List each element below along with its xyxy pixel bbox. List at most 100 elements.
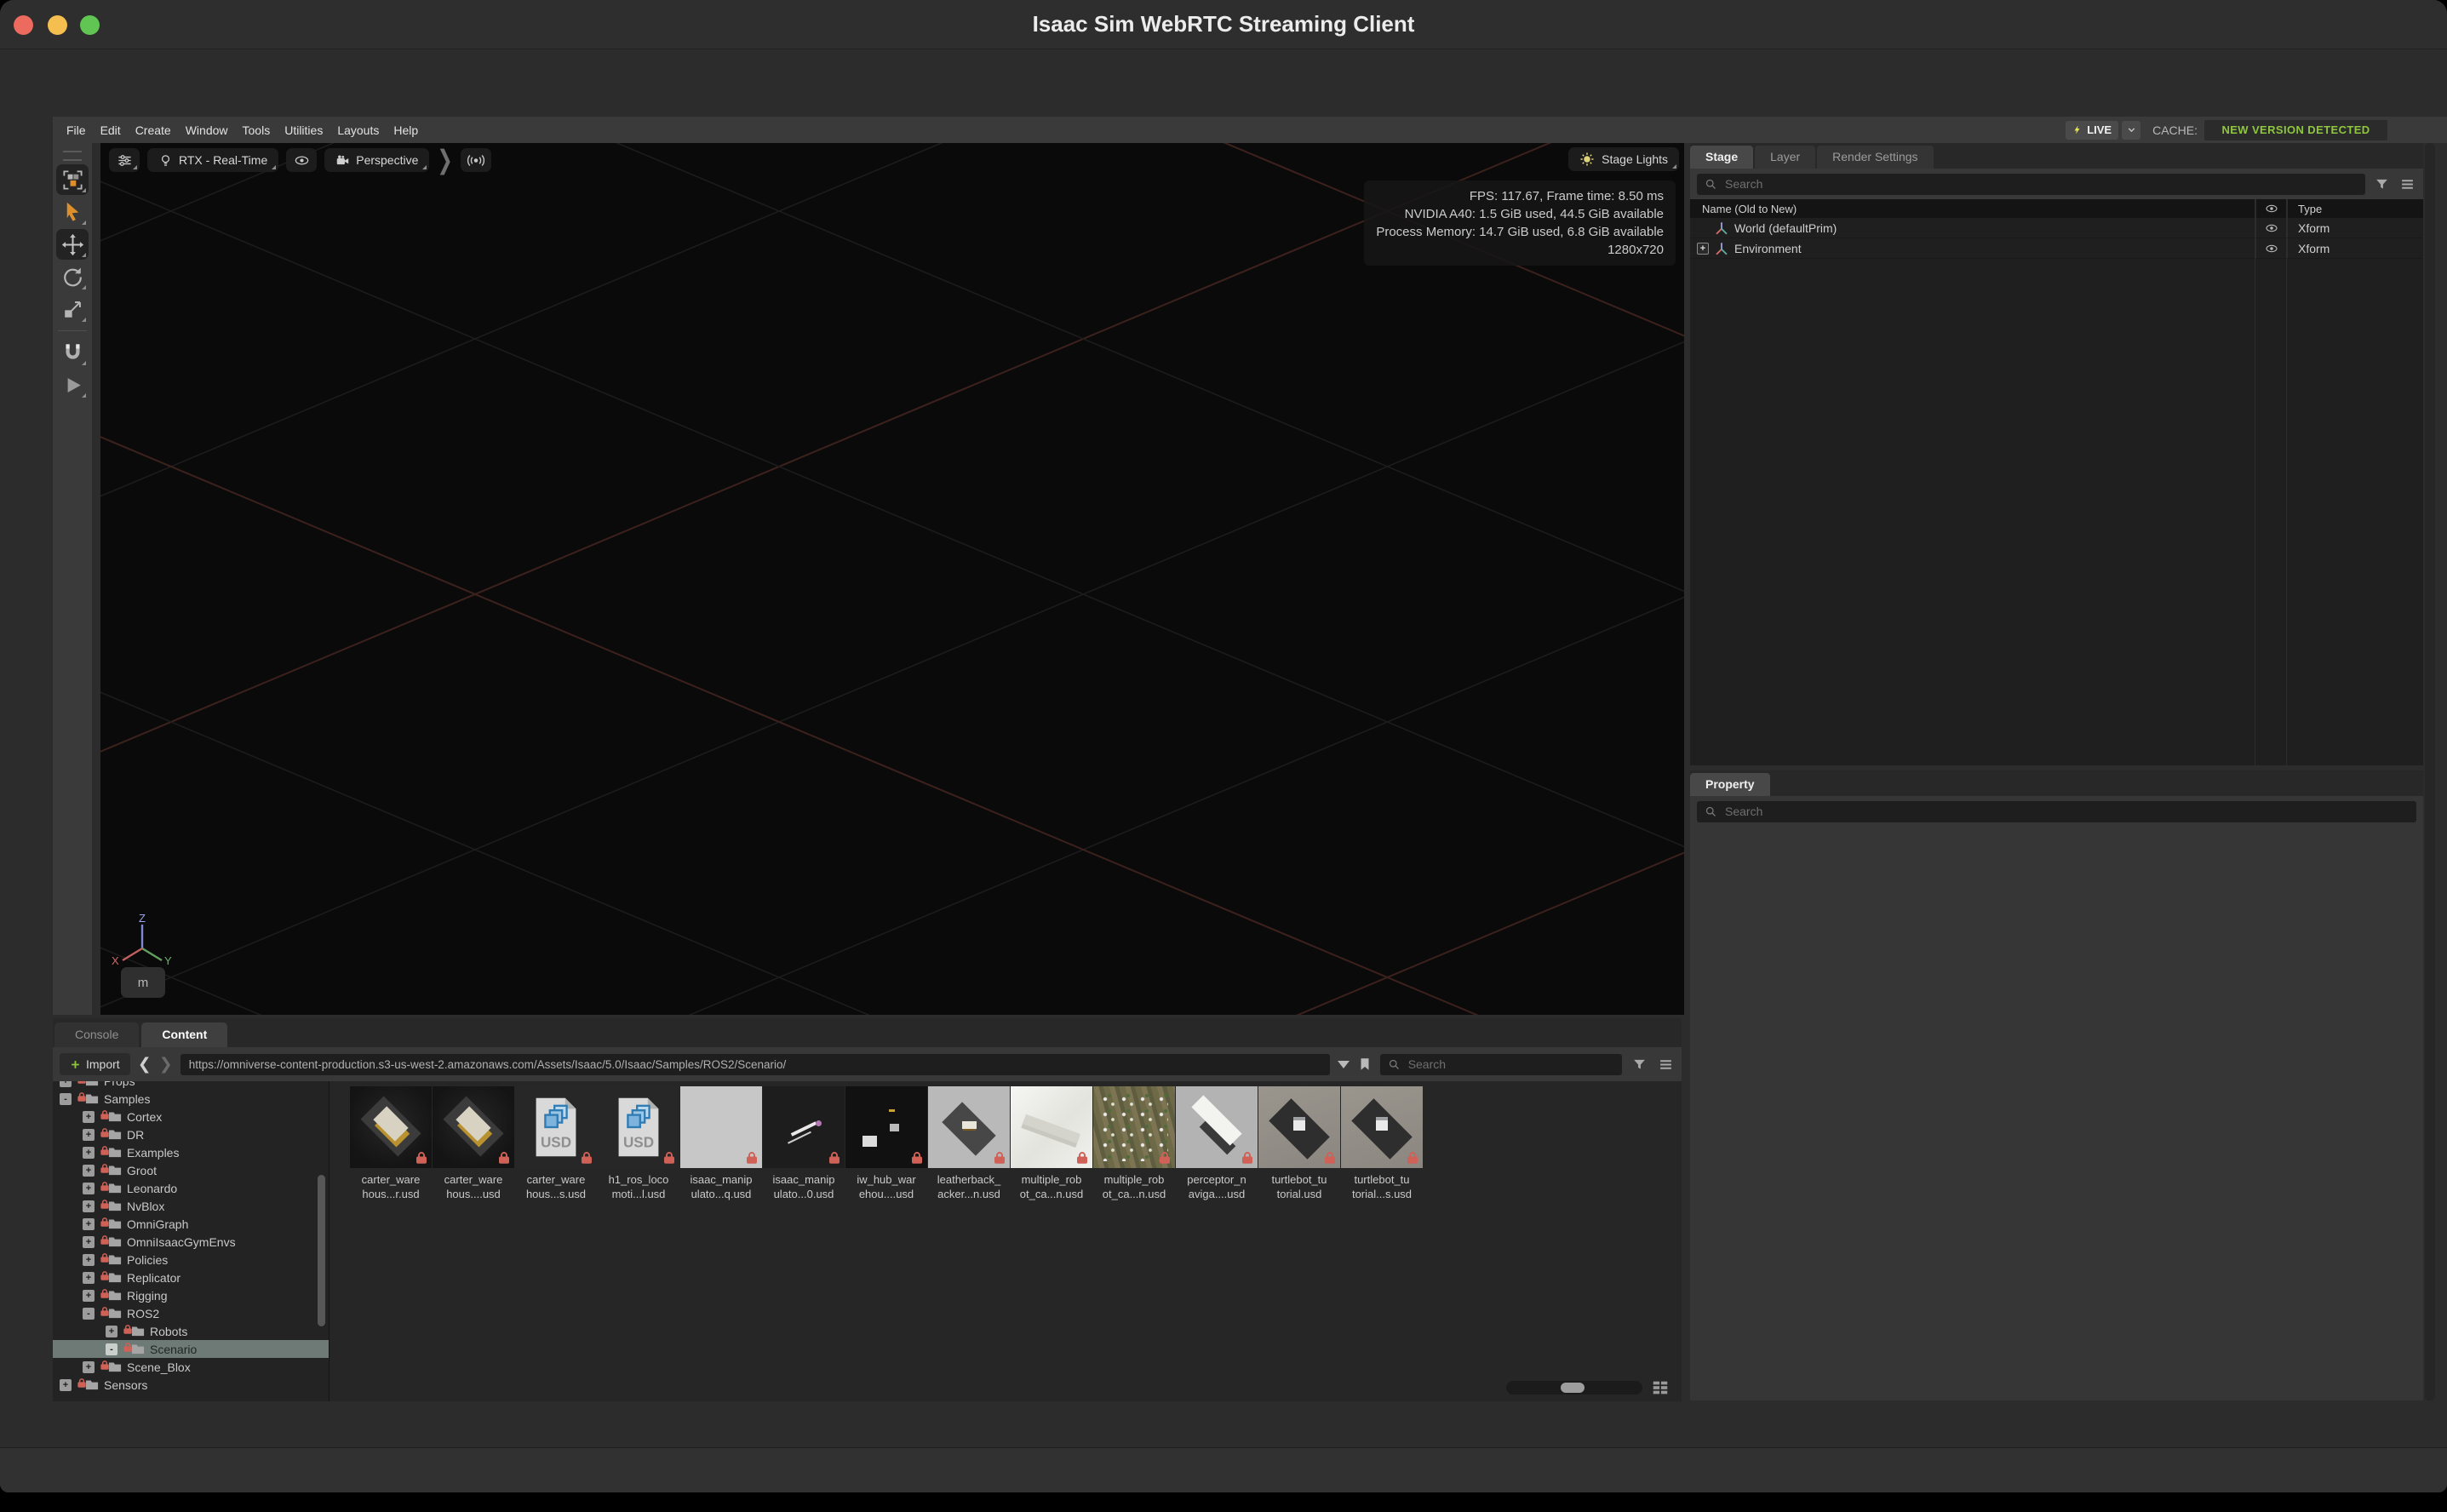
column-name-header[interactable]: Name (Old to New) xyxy=(1690,203,2255,215)
stage-filter-button[interactable] xyxy=(2372,175,2391,193)
slider-handle[interactable] xyxy=(1561,1383,1585,1393)
file-item[interactable]: carter_warehous....usd xyxy=(433,1086,514,1201)
scrollbar-thumb[interactable] xyxy=(318,1175,325,1326)
tab-content[interactable]: Content xyxy=(141,1022,227,1047)
toolbar-drag-handle[interactable] xyxy=(63,151,82,161)
tool-select[interactable] xyxy=(56,197,89,227)
file-item[interactable]: perceptor_naviga....usd xyxy=(1176,1086,1258,1201)
tab-property[interactable]: Property xyxy=(1690,773,1770,796)
file-item[interactable]: USDh1_ros_locomoti...l.usd xyxy=(598,1086,679,1201)
back-button[interactable]: ❮ xyxy=(138,1055,152,1074)
expand-toggle[interactable]: + xyxy=(83,1183,95,1194)
tool-rotate[interactable] xyxy=(56,261,89,292)
folder-policies[interactable]: +Policies xyxy=(53,1251,329,1269)
property-search[interactable] xyxy=(1697,801,2416,822)
file-item[interactable]: multiple_robot_ca...n.usd xyxy=(1011,1086,1092,1201)
file-item[interactable]: carter_warehous...r.usd xyxy=(350,1086,432,1201)
expand-toggle[interactable]: + xyxy=(83,1361,95,1373)
live-button[interactable]: LIVE xyxy=(2066,121,2118,140)
menu-help[interactable]: Help xyxy=(393,123,418,137)
folder-omnigraph[interactable]: +OmniGraph xyxy=(53,1215,329,1233)
file-thumbnail[interactable] xyxy=(1093,1086,1175,1168)
visibility-toggle[interactable] xyxy=(2255,238,2287,258)
expand-toggle[interactable]: + xyxy=(83,1272,95,1284)
menu-utilities[interactable]: Utilities xyxy=(284,123,323,137)
stage-row[interactable]: +World (defaultPrim)Xform xyxy=(1690,218,2423,238)
version-status-badge[interactable]: NEW VERSION DETECTED xyxy=(2204,120,2387,140)
renderer-selector[interactable]: RTX - Real-Time xyxy=(147,148,278,172)
folder-groot[interactable]: +Groot xyxy=(53,1161,329,1179)
file-item[interactable]: multiple_robot_ca...n.usd xyxy=(1093,1086,1175,1201)
menu-window[interactable]: Window xyxy=(186,123,228,137)
file-thumbnail[interactable] xyxy=(845,1086,927,1168)
file-item[interactable]: leatherback_acker...n.usd xyxy=(928,1086,1010,1201)
file-thumbnail[interactable] xyxy=(928,1086,1010,1168)
path-dropdown-icon[interactable] xyxy=(1338,1061,1350,1068)
expand-toggle[interactable]: + xyxy=(83,1218,95,1230)
folder-dr[interactable]: +DR xyxy=(53,1125,329,1143)
menu-edit[interactable]: Edit xyxy=(100,123,121,137)
thumbnail-size-slider[interactable] xyxy=(1506,1381,1642,1395)
expand-toggle[interactable]: + xyxy=(83,1111,95,1123)
expand-toggle[interactable]: - xyxy=(106,1343,117,1355)
file-item[interactable]: turtlebot_tutorial...s.usd xyxy=(1341,1086,1423,1201)
file-item[interactable]: turtlebot_tutorial.usd xyxy=(1258,1086,1340,1201)
path-bar[interactable] xyxy=(181,1054,1330,1075)
audio-button[interactable] xyxy=(461,148,491,172)
grid-view-icon[interactable] xyxy=(1651,1378,1670,1397)
folder-leonardo[interactable]: +Leonardo xyxy=(53,1179,329,1197)
folder-props[interactable]: +Props xyxy=(53,1081,329,1090)
expand-toggle[interactable]: - xyxy=(83,1308,95,1320)
stage-options-button[interactable] xyxy=(2398,175,2416,193)
expand-toggle[interactable]: + xyxy=(83,1147,95,1159)
path-input[interactable] xyxy=(181,1058,1330,1071)
file-thumbnail[interactable] xyxy=(680,1086,762,1168)
folder-replicator[interactable]: +Replicator xyxy=(53,1269,329,1286)
expand-toggle[interactable]: + xyxy=(83,1129,95,1141)
file-thumbnail[interactable] xyxy=(1258,1086,1340,1168)
tab-stage[interactable]: Stage xyxy=(1690,146,1753,169)
tool-play[interactable] xyxy=(56,369,89,400)
folder-sensors[interactable]: +Sensors xyxy=(53,1376,329,1394)
expand-toggle[interactable]: + xyxy=(83,1200,95,1212)
content-search[interactable] xyxy=(1380,1054,1622,1075)
expand-toggle[interactable]: + xyxy=(83,1236,95,1248)
file-thumbnail[interactable]: USD xyxy=(515,1086,597,1168)
file-item[interactable]: isaac_manipulato...0.usd xyxy=(763,1086,845,1201)
folder-examples[interactable]: +Examples xyxy=(53,1143,329,1161)
folder-scenario[interactable]: -Scenario xyxy=(53,1340,329,1358)
content-options-button[interactable] xyxy=(1656,1055,1675,1074)
tool-scale[interactable] xyxy=(56,294,89,324)
content-filter-button[interactable] xyxy=(1630,1055,1648,1074)
tool-selection-mode[interactable] xyxy=(56,164,89,195)
folder-omniisaacgymenvs[interactable]: +OmniIsaacGymEnvs xyxy=(53,1233,329,1251)
expand-toggle[interactable]: + xyxy=(1697,243,1709,255)
folder-scene_blox[interactable]: +Scene_Blox xyxy=(53,1358,329,1376)
stage-lights-button[interactable]: Stage Lights xyxy=(1568,147,1679,171)
right-scroll-area[interactable] xyxy=(2425,143,2435,1400)
stage-row[interactable]: +EnvironmentXform xyxy=(1690,238,2423,259)
folder-ros2[interactable]: -ROS2 xyxy=(53,1304,329,1322)
stage-search-input[interactable] xyxy=(1723,176,2365,192)
menu-tools[interactable]: Tools xyxy=(243,123,271,137)
import-button[interactable]: Import xyxy=(60,1053,130,1075)
menu-file[interactable]: File xyxy=(66,123,86,137)
forward-button[interactable]: ❯ xyxy=(159,1055,173,1074)
file-thumbnail[interactable] xyxy=(433,1086,514,1168)
file-thumbnail[interactable] xyxy=(1011,1086,1092,1168)
file-thumbnail[interactable] xyxy=(1176,1086,1258,1168)
tab-render-settings[interactable]: Render Settings xyxy=(1817,146,1933,169)
folder-cortex[interactable]: +Cortex xyxy=(53,1108,329,1125)
file-item[interactable]: USDcarter_warehous...s.usd xyxy=(515,1086,597,1201)
expand-toggle[interactable]: + xyxy=(106,1326,117,1337)
menu-create[interactable]: Create xyxy=(135,123,171,137)
expand-toggle[interactable]: + xyxy=(83,1254,95,1266)
column-type-header[interactable]: Type xyxy=(2287,199,2423,218)
file-item[interactable]: isaac_manipulato...q.usd xyxy=(680,1086,762,1201)
file-thumbnail[interactable] xyxy=(763,1086,845,1168)
viewport-settings-button[interactable] xyxy=(109,148,140,172)
file-thumbnail[interactable]: USD xyxy=(598,1086,679,1168)
expand-toggle[interactable]: + xyxy=(83,1290,95,1302)
folder-robots[interactable]: +Robots xyxy=(53,1322,329,1340)
file-thumbnail[interactable] xyxy=(350,1086,432,1168)
